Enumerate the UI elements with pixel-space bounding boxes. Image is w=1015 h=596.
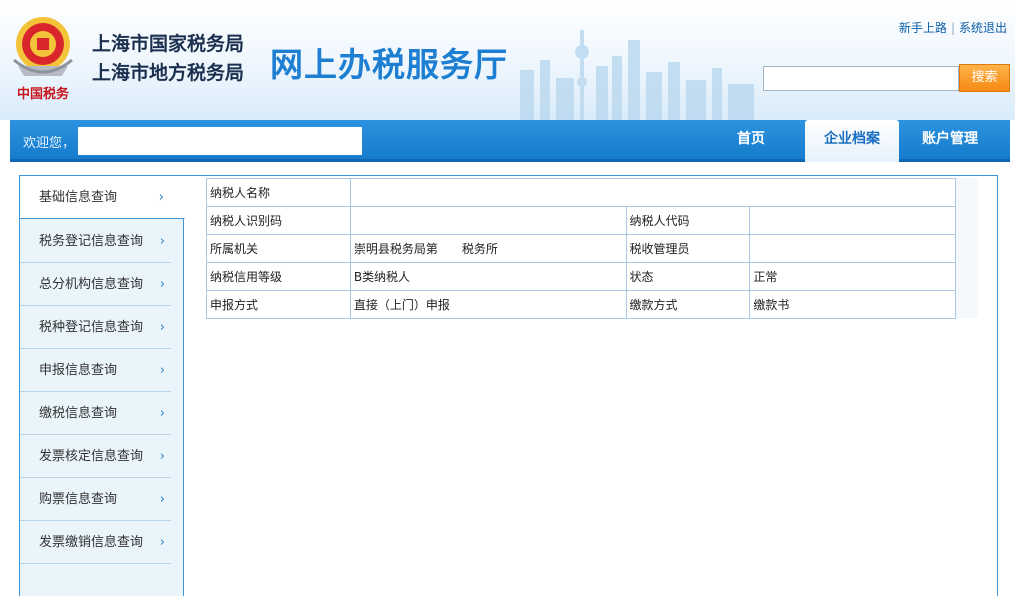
- field-label-declaration-method: 申报方式: [206, 290, 351, 319]
- tax-emblem-logo: 中国税务: [13, 17, 73, 102]
- field-label-taxpayer-code: 纳税人代码: [625, 206, 751, 235]
- field-label-credit-rating: 纳税信用等级: [206, 262, 351, 291]
- bureau-name-national: 上海市国家税务局: [92, 33, 245, 55]
- bureau-names: 上海市国家税务局 上海市地方税务局: [92, 30, 244, 88]
- sidebar-menu: 基础信息查询 › 税务登记信息查询 › 总分机构信息查询 › 税种登记信息查询 …: [19, 175, 185, 596]
- field-value-taxpayer-code: [749, 206, 956, 235]
- field-value-taxpayer-id: [349, 206, 627, 235]
- logout-link[interactable]: 系统退出: [959, 21, 1007, 35]
- sidebar-item-branch-org[interactable]: 总分机构信息查询 ›: [20, 263, 171, 306]
- chevron-right-icon: ›: [159, 492, 165, 507]
- taxpayer-info-table: 纳税人名称 纳税人识别码 纳税人代码 所属机关 崇明县税务局第 税务所 税收管理…: [206, 178, 957, 319]
- field-value-authority: 崇明县税务局第 税务所: [349, 234, 627, 263]
- chevron-right-icon: ›: [159, 535, 165, 550]
- sidebar-item-declaration[interactable]: 申报信息查询 ›: [20, 349, 171, 392]
- hall-title: 网上办税服务厅: [270, 45, 508, 84]
- sidebar-item-label: 税种登记信息查询: [39, 320, 144, 335]
- beginner-guide-link[interactable]: 新手上路: [899, 21, 947, 35]
- bureau-name-local: 上海市地方税务局: [92, 62, 245, 84]
- table-row: 纳税人识别码 纳税人代码: [206, 206, 956, 235]
- field-value-taxpayer-name: [349, 178, 957, 207]
- sidebar-item-label: 税务登记信息查询: [39, 234, 144, 249]
- field-value-status: 正常: [749, 262, 956, 291]
- table-row: 申报方式 直接（上门）申报 缴款方式 缴款书: [206, 290, 956, 319]
- redacted-username: [78, 127, 362, 155]
- search-button[interactable]: 搜索: [959, 64, 1010, 92]
- main-nav-bar: 欢迎您， 首页 企业档案 账户管理: [10, 120, 1010, 162]
- chevron-right-icon: ›: [159, 363, 165, 378]
- field-value-payment-method: 缴款书: [749, 290, 956, 319]
- sidebar-item-tax-registration[interactable]: 税务登记信息查询 ›: [20, 220, 171, 263]
- sidebar-item-label: 缴税信息查询: [39, 406, 118, 421]
- chevron-right-icon: ›: [159, 406, 165, 421]
- chevron-right-icon: ›: [159, 277, 165, 292]
- svg-text:中国税务: 中国税务: [17, 86, 70, 102]
- field-label-status: 状态: [625, 262, 751, 291]
- sidebar-item-label: 购票信息查询: [39, 492, 118, 507]
- field-value-declaration-method: 直接（上门）申报: [349, 290, 627, 319]
- link-separator: |: [950, 21, 955, 35]
- field-label-payment-method: 缴款方式: [625, 290, 751, 319]
- page-header: 中国税务 上海市国家税务局 上海市地方税务局 网上办税服务厅 新手上路 | 系统退出…: [0, 0, 1015, 120]
- table-row: 纳税人名称: [206, 178, 957, 207]
- sidebar-item-label: 发票核定信息查询: [39, 449, 144, 464]
- search-input[interactable]: [763, 66, 959, 91]
- chevron-right-icon: ›: [159, 320, 165, 335]
- city-skyline-illustration: [520, 30, 754, 120]
- field-label-taxpayer-name: 纳税人名称: [206, 178, 351, 207]
- tab-enterprise-profile[interactable]: 企业档案: [805, 120, 899, 162]
- field-label-taxpayer-id: 纳税人识别码: [206, 206, 351, 235]
- sidebar-item-label: 发票缴销信息查询: [39, 535, 144, 550]
- chevron-right-icon: ›: [158, 190, 164, 205]
- sidebar-item-invoice-approval[interactable]: 发票核定信息查询 ›: [20, 435, 171, 478]
- field-label-tax-officer: 税收管理员: [625, 234, 751, 263]
- sidebar-item-label: 基础信息查询: [39, 190, 118, 205]
- sidebar-item-invoice-purchase[interactable]: 购票信息查询 ›: [20, 478, 171, 521]
- tab-home[interactable]: 首页: [716, 120, 786, 159]
- sidebar-item-tax-payment[interactable]: 缴税信息查询 ›: [20, 392, 171, 435]
- field-value-credit-rating: B类纳税人: [349, 262, 627, 291]
- top-links: 新手上路 | 系统退出: [899, 19, 1007, 36]
- table-shadow: [956, 178, 978, 318]
- sidebar-item-label: 总分机构信息查询: [39, 277, 144, 292]
- sidebar-item-tax-type[interactable]: 税种登记信息查询 ›: [20, 306, 171, 349]
- chevron-right-icon: ›: [159, 234, 165, 249]
- field-label-authority: 所属机关: [206, 234, 351, 263]
- field-value-tax-officer: [749, 234, 956, 263]
- sidebar-item-invoice-cancel[interactable]: 发票缴销信息查询 ›: [20, 521, 171, 564]
- tab-account-management[interactable]: 账户管理: [903, 120, 997, 159]
- sidebar-item-label: 申报信息查询: [39, 363, 118, 378]
- table-row: 所属机关 崇明县税务局第 税务所 税收管理员: [206, 234, 956, 263]
- sidebar-item-basic-info[interactable]: 基础信息查询 ›: [20, 176, 185, 219]
- table-row: 纳税信用等级 B类纳税人 状态 正常: [206, 262, 956, 291]
- welcome-text: 欢迎您，: [23, 136, 76, 151]
- chevron-right-icon: ›: [159, 449, 165, 464]
